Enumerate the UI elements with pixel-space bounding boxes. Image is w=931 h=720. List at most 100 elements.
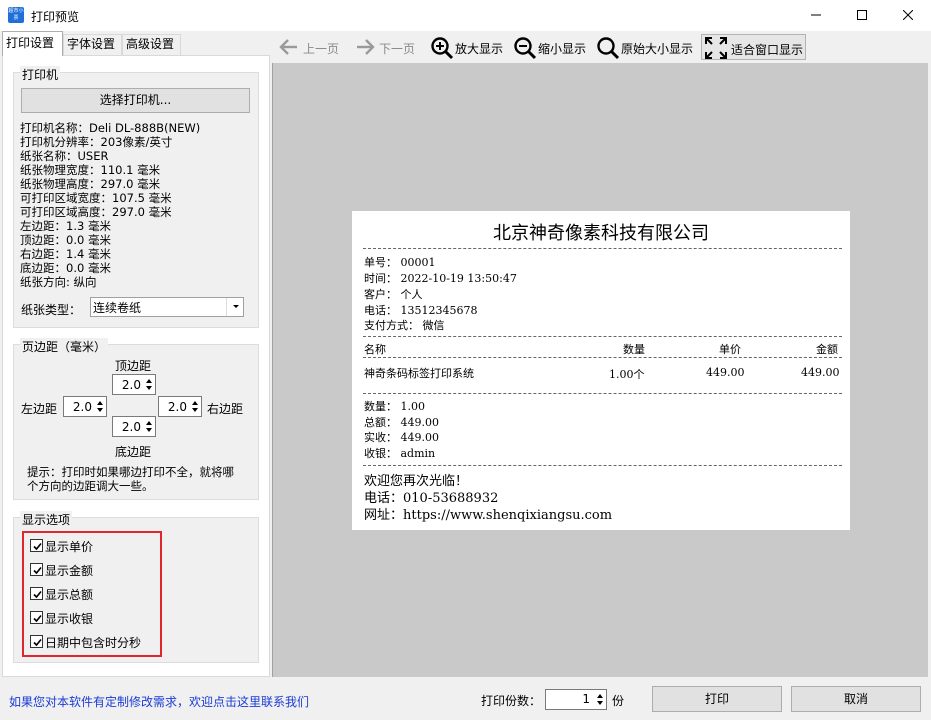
spin-down-icon[interactable] [145,385,153,393]
top-margin-label: 顶边距 [115,359,152,373]
display-options-title: 显示选项 [20,511,73,528]
prev-page-label: 上一页 [303,42,340,56]
right-margin-spinner[interactable]: 2.0 [158,396,202,417]
summary-qty: 数量： 1.00 [364,400,425,413]
bottom-margin-spinner[interactable]: 2.0 [112,416,156,437]
original-size-label: 原始大小显示 [621,42,694,56]
summary-cashier: 收银： admin [364,447,436,460]
spin-down-icon[interactable] [596,700,604,708]
receipt-divider [363,357,842,358]
checkbox-checked-icon[interactable] [30,635,43,648]
left-margin-label: 左边距 [21,402,58,416]
receipt-company: 北京神奇像素科技有限公司 [493,223,709,244]
spin-up-icon[interactable] [191,399,199,407]
fit-window-label: 适合窗口显示 [731,43,804,57]
close-button[interactable] [885,0,931,31]
item-amount: 449.00 [801,366,840,379]
receipt-order-no: 单号： 00001 [364,256,436,269]
top-margin-value: 2.0 [121,378,141,392]
margin-hint-line2: 个方向的边距调大一些。 [27,479,154,493]
contact-link[interactable]: 如果您对本软件有定制修改需求，欢迎点击这里联系我们 [9,693,309,710]
printer-group-title: 打印机 [20,66,61,83]
zoom-out-button[interactable]: 缩小显示 [513,34,591,60]
printable-height: 可打印区域高度：297.0 毫米 [20,205,172,219]
checkbox-checked-icon[interactable] [30,563,43,576]
option-label: 显示总额 [45,588,94,602]
paper-name: 纸张名称：USER [20,149,109,163]
tab-print-settings[interactable]: 打印设置 [2,31,63,56]
spin-down-icon[interactable] [96,407,104,415]
option-label: 显示金额 [45,564,94,578]
spin-down-icon[interactable] [191,407,199,415]
summary-total: 总额： 449.00 [364,416,439,429]
receipt-divider [363,393,842,394]
bottom-margin-info: 底边距：0.0 毫米 [20,261,111,275]
paper-type-select[interactable]: 连续卷纸 [90,297,244,317]
printable-width: 可打印区域宽度：107.5 毫米 [20,191,172,205]
copies-value: 1 [582,692,590,706]
spin-up-icon[interactable] [96,399,104,407]
left-margin-info: 左边距：1.3 毫米 [20,219,111,233]
col-amount: 金额 [816,343,838,356]
original-size-button[interactable]: 原始大小显示 [596,34,696,60]
zoom-in-icon [431,37,454,60]
copies-label: 打印份数： [481,694,542,708]
col-name: 名称 [364,343,386,356]
receipt-divider [363,248,842,249]
minimize-button[interactable] [793,0,839,31]
preview-area[interactable]: 北京神奇像素科技有限公司 单号： 00001 时间： 2022-10-19 13… [272,63,928,677]
summary-paid: 实收： 449.00 [364,431,439,444]
receipt-customer: 客户： 个人 [364,288,423,301]
next-page-button[interactable]: 下一页 [354,34,420,60]
item-price: 449.00 [706,366,745,379]
receipt-paper: 北京神奇像素科技有限公司 单号： 00001 时间： 2022-10-19 13… [352,211,850,530]
cancel-button[interactable]: 取消 [791,686,921,712]
settings-tabs: 打印设置 字体设置 高级设置 [0,31,272,56]
receipt-time: 时间： 2022-10-19 13:50:47 [364,272,517,285]
paper-type-value: 连续卷纸 [93,301,142,315]
app-icon: 超市小票 [8,7,24,23]
receipt-payment: 支付方式： 微信 [364,319,445,332]
item-name: 神奇条码标签打印系统 [364,367,474,380]
next-page-label: 下一页 [379,42,416,56]
right-margin-value: 2.0 [167,400,187,414]
receipt-phone: 电话： 13512345678 [364,304,478,317]
item-qty: 1.00个 [609,368,645,381]
checkbox-checked-icon[interactable] [30,587,43,600]
copies-spinner[interactable]: 1 [545,689,607,710]
checkbox-checked-icon[interactable] [30,611,43,624]
maximize-button[interactable] [839,0,885,31]
zoom-out-label: 缩小显示 [538,42,587,56]
zoom-in-button[interactable]: 放大显示 [430,34,508,60]
preview-toolbar: 上一页 下一页 放大显示 缩小显示 原始大小显示 适合窗口显示 [272,31,931,63]
arrow-left-icon [279,39,297,55]
tab-advanced-settings[interactable]: 高级设置 [122,34,181,55]
copies-unit: 份 [612,694,625,708]
tab-font-settings[interactable]: 字体设置 [63,34,122,55]
spin-up-icon[interactable] [145,419,153,427]
top-margin-spinner[interactable]: 2.0 [112,374,156,395]
receipt-divider [363,336,842,337]
chevron-down-icon [226,298,243,316]
right-margin-info: 右边距：1.4 毫米 [20,247,111,261]
spin-up-icon[interactable] [596,692,604,700]
minimize-icon [811,14,821,16]
col-qty: 数量 [623,343,645,356]
margin-group-title: 页边距（毫米） [20,338,109,355]
checkbox-checked-icon[interactable] [30,539,43,552]
left-margin-spinner[interactable]: 2.0 [63,396,107,417]
fit-window-button[interactable]: 适合窗口显示 [701,34,806,60]
spin-down-icon[interactable] [145,427,153,435]
bottom-margin-label: 底边距 [115,445,152,459]
right-margin-label: 右边距 [207,402,244,416]
print-button[interactable]: 打印 [652,686,782,712]
prev-page-button[interactable]: 上一页 [278,34,344,60]
bottom-margin-value: 2.0 [121,420,141,434]
fit-window-icon [705,37,727,59]
printer-name: 打印机名称：Deli DL-888B(NEW) [20,121,201,135]
paper-orientation: 纸张方向: 纵向 [20,275,97,289]
zoom-out-icon [514,37,537,60]
top-margin-info: 顶边距：0.0 毫米 [20,233,111,247]
spin-up-icon[interactable] [145,377,153,385]
select-printer-button[interactable]: 选择打印机... [21,88,250,113]
